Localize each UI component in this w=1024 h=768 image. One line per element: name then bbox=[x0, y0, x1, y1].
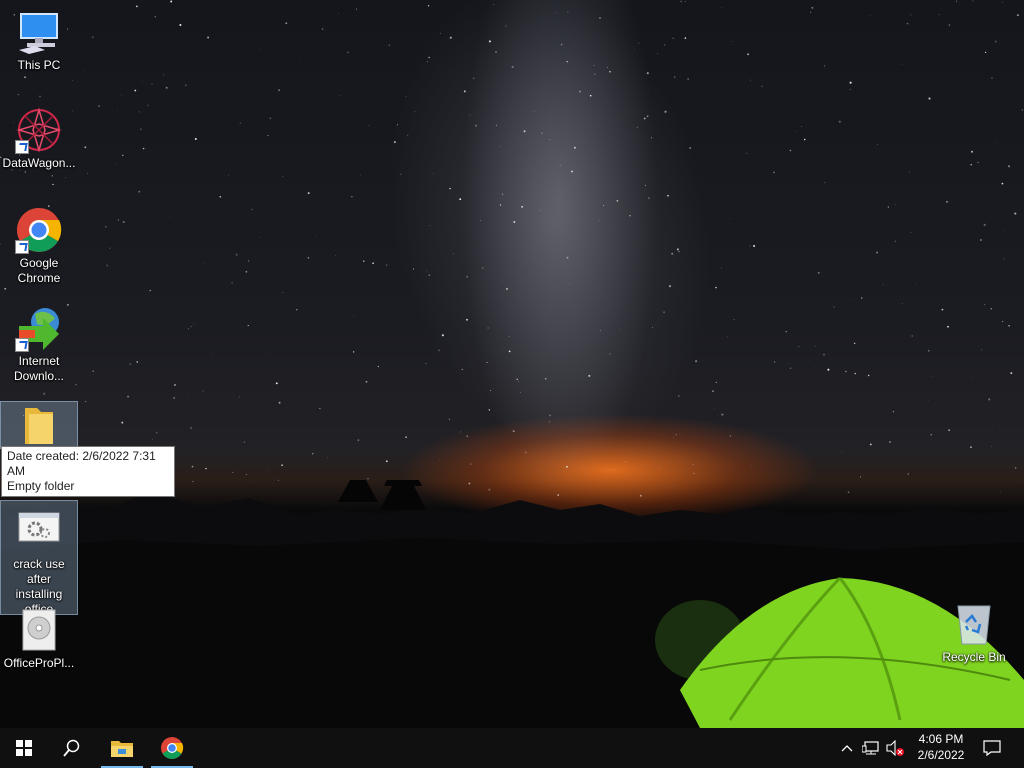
recycle-bin-icon bbox=[950, 600, 998, 648]
taskbar-clock[interactable]: 4:06 PM 2/6/2022 bbox=[906, 731, 976, 763]
clock-date: 2/6/2022 bbox=[917, 748, 965, 762]
network-icon bbox=[862, 741, 879, 755]
start-button[interactable] bbox=[0, 728, 48, 768]
taskbar-chrome[interactable] bbox=[148, 728, 196, 768]
icon-label: This PC bbox=[17, 58, 61, 72]
notification-icon bbox=[983, 740, 1001, 756]
chrome-icon bbox=[15, 206, 63, 254]
chrome-icon bbox=[161, 737, 184, 759]
taskbar-file-explorer[interactable] bbox=[98, 728, 146, 768]
settings-file-icon bbox=[15, 507, 63, 555]
network-button[interactable] bbox=[860, 728, 882, 768]
volume-button[interactable] bbox=[884, 728, 906, 768]
taskbar: 4:06 PM 2/6/2022 bbox=[0, 728, 1024, 768]
desktop-icon-internet-download-manager[interactable]: Internet Downlo... bbox=[1, 304, 77, 384]
internet-download-manager-icon bbox=[15, 304, 63, 352]
action-center-button[interactable] bbox=[976, 728, 1008, 768]
chevron-up-icon bbox=[841, 745, 853, 752]
desktop-icon-officepro[interactable]: OfficeProPl... bbox=[1, 606, 77, 671]
desktop-icon-datawagon[interactable]: DataWagon... bbox=[1, 106, 77, 171]
icon-label: Recycle Bin bbox=[942, 650, 1006, 664]
desktop-wallpaper bbox=[0, 0, 1024, 728]
start-icon bbox=[16, 740, 32, 756]
datawagon-icon bbox=[15, 106, 63, 154]
icon-label: Google Chrome bbox=[17, 256, 61, 285]
desktop-icon-this-pc[interactable]: This PC bbox=[1, 8, 77, 73]
tooltip-folder-status: Empty folder bbox=[7, 479, 75, 493]
search-icon bbox=[63, 739, 80, 757]
icon-label: DataWagon... bbox=[2, 156, 76, 170]
desktop-icon-recycle-bin[interactable]: Recycle Bin bbox=[936, 600, 1012, 665]
desktop-icon-crack-file[interactable]: crack use after installing office bbox=[0, 500, 78, 616]
clock-time: 4:06 PM bbox=[918, 732, 964, 746]
this-pc-icon bbox=[15, 8, 63, 56]
show-hidden-icons-button[interactable] bbox=[838, 728, 856, 768]
starfield bbox=[0, 0, 1023, 500]
tooltip-date-created: Date created: 2/6/2022 7:31 AM bbox=[7, 449, 156, 478]
folder-icon bbox=[15, 402, 63, 450]
search-button[interactable] bbox=[48, 728, 96, 768]
icon-label: Internet Downlo... bbox=[13, 354, 65, 383]
desktop-icon-empty-folder[interactable] bbox=[0, 401, 78, 450]
volume-muted-icon bbox=[886, 740, 904, 756]
desktop-icon-google-chrome[interactable]: Google Chrome bbox=[1, 206, 77, 286]
shortcut-arrow-icon bbox=[15, 240, 29, 254]
icon-label: OfficeProPl... bbox=[3, 656, 75, 670]
folder-tooltip: Date created: 2/6/2022 7:31 AM Empty fol… bbox=[1, 446, 175, 497]
shortcut-arrow-icon bbox=[15, 140, 29, 154]
file-explorer-icon bbox=[111, 741, 133, 757]
shortcut-arrow-icon bbox=[15, 338, 29, 352]
disc-image-icon bbox=[15, 606, 63, 654]
